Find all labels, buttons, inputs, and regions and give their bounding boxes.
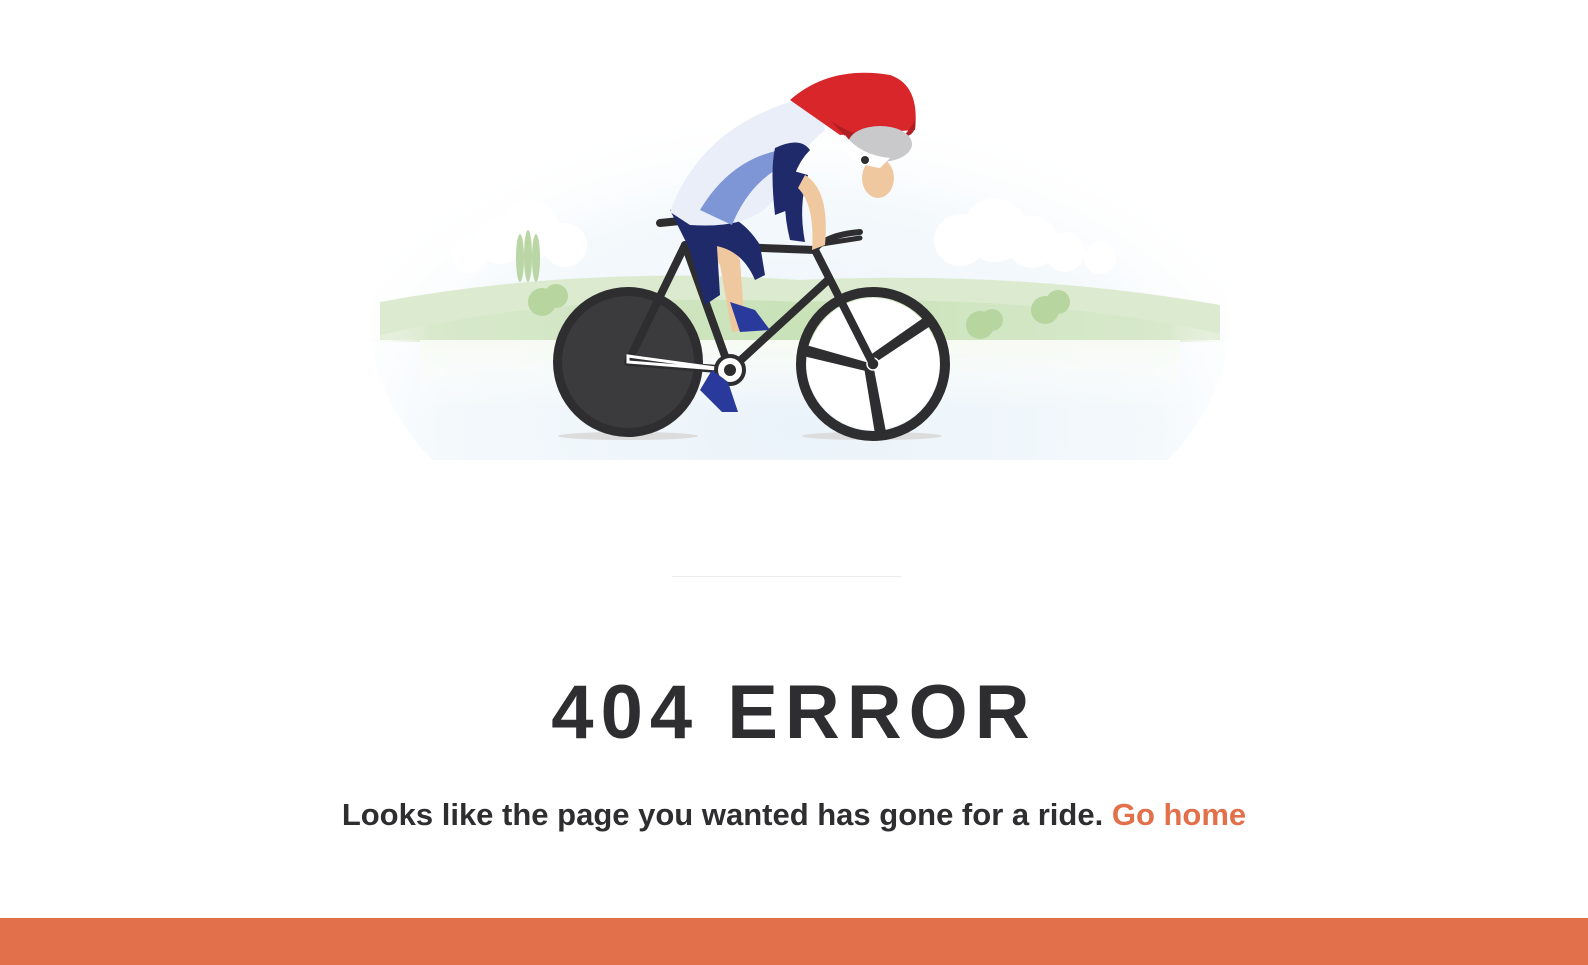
error-title: 404 ERROR [551, 670, 1037, 755]
divider [672, 576, 901, 577]
cyclist-illustration [360, 50, 1240, 460]
footer-bar [0, 918, 1588, 965]
cypress-trees [516, 230, 540, 282]
go-home-link[interactable]: Go home [1112, 797, 1246, 832]
error-page: 404 ERROR Looks like the page you wanted… [0, 0, 1588, 965]
error-message-text: Looks like the page you wanted has gone … [341, 797, 1104, 832]
error-message: Looks like the page you wanted has gone … [0, 795, 1588, 835]
